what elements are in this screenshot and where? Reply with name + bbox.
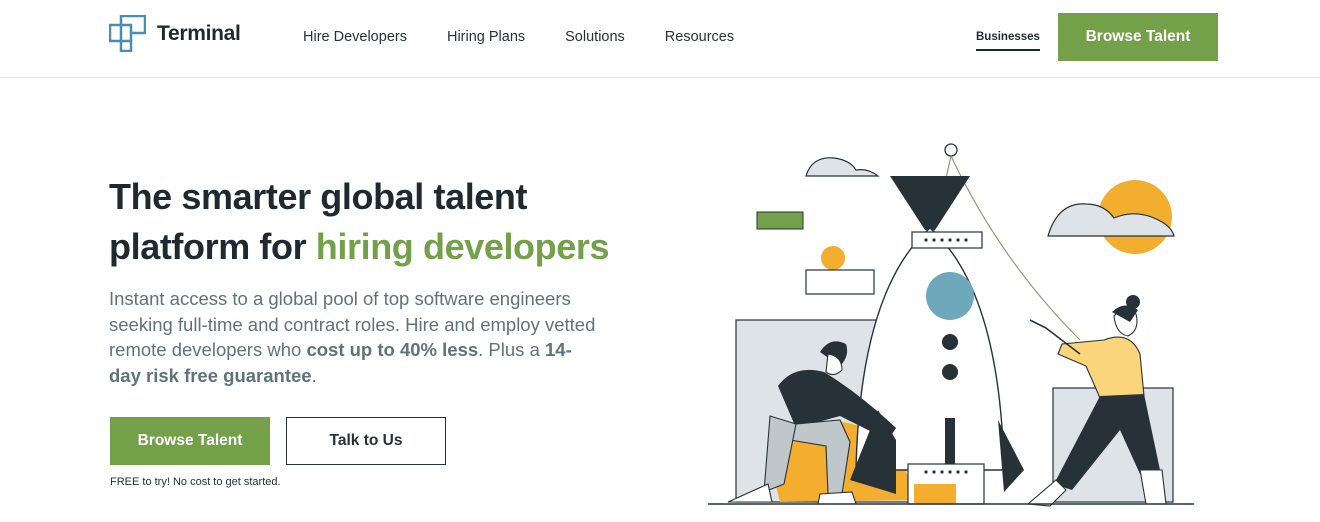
site-header: Terminal Hire Developers Hiring Plans So…	[0, 0, 1320, 78]
rocket-stripe	[945, 418, 955, 470]
free-trial-note: FREE to try! No cost to get started.	[110, 476, 281, 488]
brand-logo[interactable]: Terminal	[109, 15, 241, 52]
hero-headline: The smarter global talent platform for h…	[109, 172, 669, 272]
rocket-fin-right	[998, 420, 1024, 492]
rope-pulley	[944, 143, 958, 157]
lead-bold-cost: cost up to 40% less	[306, 339, 479, 360]
yellow-dot	[821, 246, 845, 270]
talk-to-us-button[interactable]: Talk to Us	[286, 417, 446, 465]
rocket-band-top	[911, 231, 983, 249]
yellow-box	[914, 484, 956, 504]
businesses-tab[interactable]: Businesses	[976, 31, 1040, 51]
terminal-logo-icon	[109, 15, 146, 52]
nav-resources[interactable]: Resources	[665, 29, 734, 45]
rocket-nose-icon	[890, 176, 970, 230]
rocket-launch-illustration	[708, 143, 1194, 507]
lead-text-3: .	[311, 364, 317, 386]
hero-browse-talent-button[interactable]: Browse Talent	[110, 417, 270, 465]
outline-block	[805, 269, 875, 295]
headline-accent: hiring developers	[315, 226, 610, 267]
nav-solutions[interactable]: Solutions	[565, 29, 625, 45]
rocket-dot-2	[942, 364, 958, 380]
lead-text-2: . Plus a	[478, 339, 545, 360]
hero-description: Instant access to a global pool of top s…	[109, 286, 599, 388]
nav-hiring-plans[interactable]: Hiring Plans	[447, 29, 525, 45]
main-nav: Hire Developers Hiring Plans Solutions R…	[303, 29, 774, 45]
header-browse-talent-button[interactable]: Browse Talent	[1058, 13, 1218, 61]
rocket-dot-1	[942, 334, 958, 350]
cloud-left-icon	[805, 157, 880, 177]
green-block	[756, 211, 804, 230]
rocket-window-icon	[926, 272, 974, 320]
brand-name: Terminal	[157, 21, 241, 45]
nav-hire-developers[interactable]: Hire Developers	[303, 29, 407, 45]
